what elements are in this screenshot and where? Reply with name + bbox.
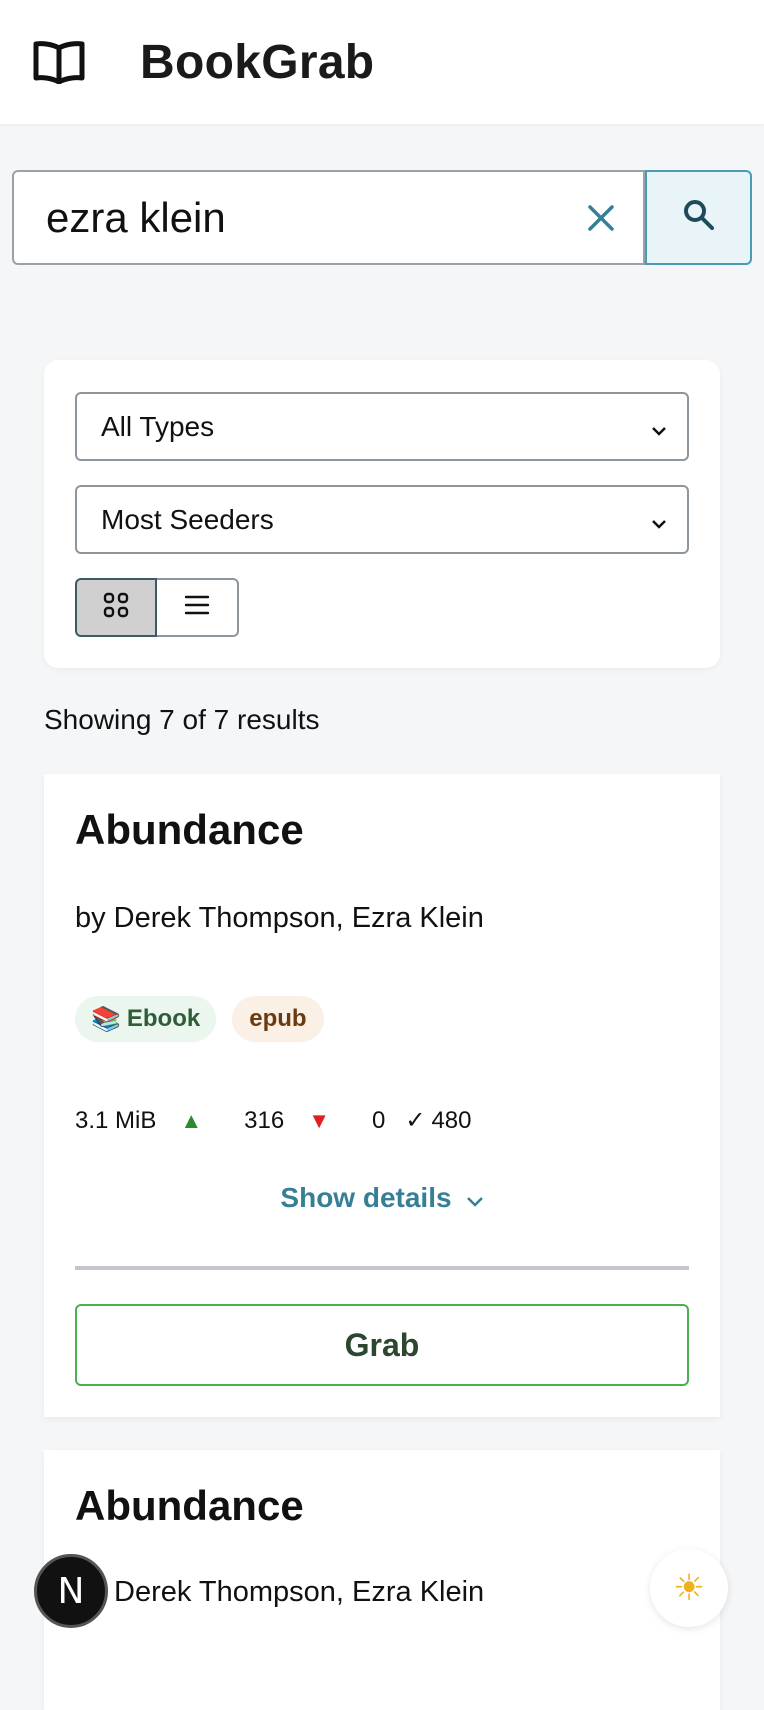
result-card: Abundance by Derek Thompson, Ezra Klein … <box>44 774 720 1417</box>
torrent-stats: 3.1 MiB ▲ 316 ▼ 0 ✓ 480 <box>75 1106 472 1135</box>
sort-select-value: Most Seeders <box>101 503 274 535</box>
book-author: by Derek Thompson, Ezra Klein <box>75 902 484 934</box>
book-title: Abundance <box>75 1482 304 1529</box>
leechers-arrow-icon: ▼ <box>308 1107 330 1133</box>
file-size: 3.1 MiB <box>75 1106 157 1134</box>
completed-count: 480 <box>431 1106 472 1134</box>
show-details-label: Show details <box>280 1182 452 1213</box>
chevron-down-icon <box>466 1182 484 1214</box>
type-select[interactable]: All Types <box>75 392 689 461</box>
app-title: BookGrab <box>140 35 375 89</box>
grid-icon <box>103 592 129 623</box>
book-icon <box>30 38 88 86</box>
nextjs-dev-badge[interactable]: N <box>34 1554 108 1628</box>
search-bar <box>12 170 752 265</box>
type-select-value: All Types <box>101 410 215 442</box>
theme-toggle-button[interactable]: ☀ <box>650 1549 728 1627</box>
chevron-down-icon <box>651 504 667 536</box>
clear-icon[interactable] <box>587 201 615 235</box>
book-author: Derek Thompson, Ezra Klein <box>114 1576 485 1608</box>
search-box <box>12 170 645 265</box>
list-view-button[interactable] <box>157 578 239 637</box>
filters-panel: All Types Most Seeders <box>44 360 720 668</box>
chevron-down-icon <box>651 411 667 443</box>
n-logo-icon: N <box>57 1570 85 1612</box>
grab-button[interactable]: Grab <box>75 1304 689 1386</box>
type-badge: 📚 Ebook <box>75 996 217 1042</box>
view-toggle <box>75 578 239 637</box>
book-title: Abundance <box>75 806 304 853</box>
leechers-count: 0 <box>371 1106 386 1134</box>
seeders-count: 316 <box>244 1106 285 1134</box>
search-button[interactable] <box>645 170 752 265</box>
grid-view-button[interactable] <box>75 578 157 637</box>
type-badge-label: Ebook <box>126 1005 201 1032</box>
app-header: BookGrab <box>0 0 764 124</box>
seeders-arrow-icon: ▲ <box>180 1107 203 1133</box>
search-input[interactable] <box>46 193 587 242</box>
sort-select[interactable]: Most Seeders <box>75 485 689 554</box>
format-badge: epub <box>232 996 324 1042</box>
show-details-toggle[interactable]: Show details <box>44 1182 720 1214</box>
sun-icon: ☀ <box>672 1567 706 1608</box>
results-count: Showing 7 of 7 results <box>44 704 320 735</box>
books-icon: 📚 <box>91 1005 121 1033</box>
result-card: Abundance Derek Thompson, Ezra Klein <box>44 1450 720 1710</box>
list-icon <box>184 594 210 621</box>
search-icon <box>683 199 715 236</box>
check-icon: ✓ <box>405 1107 426 1134</box>
divider <box>75 1266 689 1270</box>
badges: 📚 Ebook epub <box>75 996 324 1042</box>
